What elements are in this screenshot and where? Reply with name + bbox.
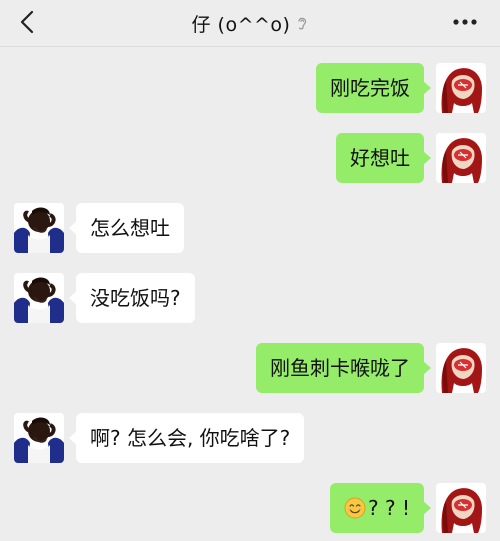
sent-message-bubble[interactable]: ? ? ! (330, 483, 431, 533)
chat-header: 仔 (o^^o) (0, 0, 500, 47)
message-text: 好想吐 (350, 146, 410, 170)
received-message-bubble[interactable]: 没吃饭吗? (69, 273, 195, 323)
chat-title-area: 仔 (o^^o) (0, 0, 500, 46)
sent-message-bubble[interactable]: 好想吐 (336, 133, 431, 183)
message-text: 怎么想吐 (90, 216, 170, 240)
message-row: 啊? 怎么会, 你吃啥了? (14, 413, 305, 463)
chat-title: 仔 (o^^o) (191, 13, 291, 36)
my-avatar[interactable] (436, 343, 486, 393)
message-text: 没吃饭吗? (90, 286, 181, 310)
message-text: 刚鱼刺卡喉咙了 (270, 356, 410, 380)
message-row: 好想吐 (336, 133, 486, 183)
message-row: ? ? ! (330, 483, 486, 533)
contact-avatar[interactable] (14, 203, 64, 253)
my-avatar[interactable] (436, 63, 486, 113)
more-dots-icon[interactable] (452, 16, 478, 28)
sent-message-bubble[interactable]: 刚鱼刺卡喉咙了 (256, 343, 431, 393)
smile-emoji-icon (344, 497, 366, 518)
message-text: 刚吃完饭 (330, 76, 410, 100)
received-message-bubble[interactable]: 怎么想吐 (69, 203, 184, 253)
message-row: 刚鱼刺卡喉咙了 (256, 343, 486, 393)
received-message-bubble[interactable]: 啊? 怎么会, 你吃啥了? (68, 413, 305, 463)
ear-icon (298, 17, 307, 30)
my-avatar[interactable] (436, 133, 486, 183)
message-row: 没吃饭吗? (14, 273, 195, 323)
chat-screen: 仔 (o^^o) 刚吃完饭 好想吐 怎么想吐 没吃饭吗? 刚鱼刺卡喉咙了 啊? … (0, 0, 500, 541)
sent-message-bubble[interactable]: 刚吃完饭 (316, 63, 431, 113)
contact-avatar[interactable] (14, 413, 64, 463)
contact-avatar[interactable] (14, 273, 64, 323)
my-avatar[interactable] (436, 483, 486, 533)
message-text: 啊? 怎么会, 你吃啥了? (90, 426, 291, 450)
message-row: 怎么想吐 (14, 203, 184, 253)
message-row: 刚吃完饭 (316, 63, 486, 113)
message-text: ? ? ! (368, 496, 410, 520)
